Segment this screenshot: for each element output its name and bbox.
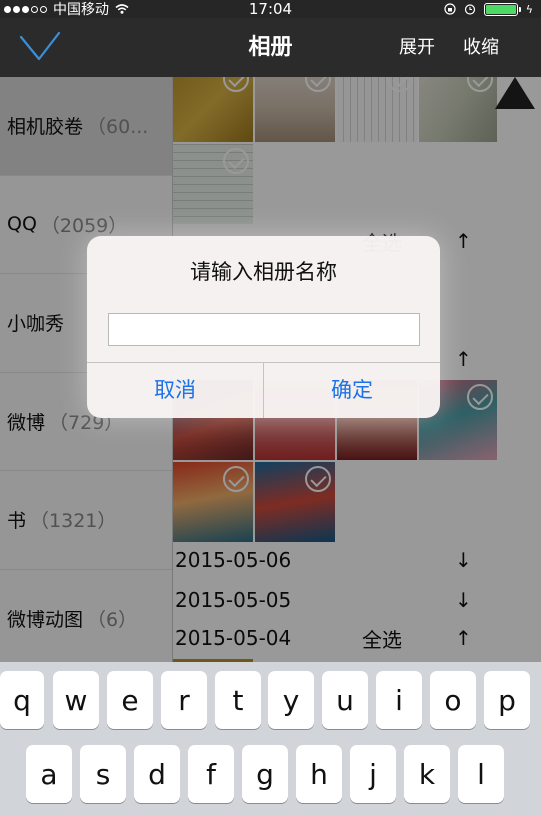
key-l[interactable]: l [458,745,504,803]
key-p[interactable]: p [484,671,530,729]
key-o[interactable]: o [430,671,476,729]
key-s[interactable]: s [80,745,126,803]
key-a[interactable]: a [26,745,72,803]
charging-icon: ϟ [525,2,533,16]
key-k[interactable]: k [404,745,450,803]
battery-icon [483,2,521,16]
status-bar: 中国移动 17:04 ϟ [0,0,541,18]
album-name-input[interactable] [108,313,420,346]
page-title: 相册 [248,35,293,60]
key-d[interactable]: d [134,745,180,803]
key-e[interactable]: e [107,671,153,729]
dialog-title: 请输入相册名称 [190,260,337,284]
key-w[interactable]: w [53,671,99,729]
key-u[interactable]: u [322,671,368,729]
key-t[interactable]: t [215,671,261,729]
status-right: ϟ [444,0,533,18]
key-j[interactable]: j [350,745,396,803]
confirm-button[interactable]: 确定 [264,363,440,418]
key-h[interactable]: h [296,745,342,803]
key-y[interactable]: y [268,671,314,729]
rotation-lock-icon [444,3,456,15]
keyboard: q w e r t y u i o p a s d f g h j k l [0,662,541,816]
key-i[interactable]: i [376,671,422,729]
collapse-button[interactable]: 收缩 [463,18,499,77]
alarm-icon [464,4,475,15]
album-name-dialog: 请输入相册名称 取消 确定 [87,236,440,418]
nav-bar: 相册 展开 收缩 [0,18,541,77]
key-r[interactable]: r [161,671,207,729]
key-g[interactable]: g [242,745,288,803]
key-f[interactable]: f [188,745,234,803]
key-q[interactable]: q [0,671,44,729]
cancel-button[interactable]: 取消 [87,363,263,418]
expand-button[interactable]: 展开 [399,18,435,77]
